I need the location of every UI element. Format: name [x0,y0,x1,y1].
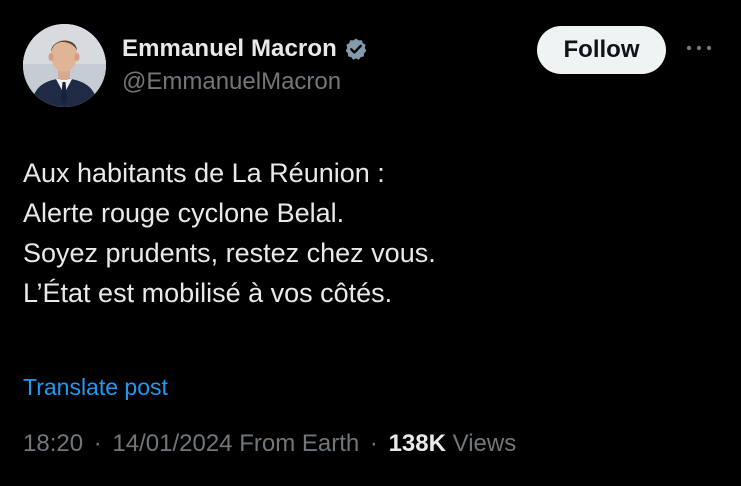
tweet-line: Alerte rouge cyclone Belal. [23,198,345,228]
tweet-card: Emmanuel Macron @EmmanuelMacron Follow A… [0,0,741,486]
tweet-time[interactable]: 18:20 [23,430,83,457]
verified-badge-icon[interactable] [344,37,368,61]
profile-avatar[interactable] [23,24,106,107]
more-options-icon[interactable] [684,38,714,58]
tweet-line: Soyez prudents, restez chez vous. [23,238,436,268]
tweet-text: Aux habitants de La Réunion : Alerte rou… [23,153,723,313]
profile-photo [23,24,106,107]
tweet-line: Aux habitants de La Réunion : [23,158,385,188]
tweet-source: From Earth [239,430,360,457]
author-name[interactable]: Emmanuel Macron [122,35,337,63]
translate-post-link[interactable]: Translate post [23,374,168,401]
meta-separator: · [369,430,378,457]
tweet-date[interactable]: 14/01/2024 [112,430,232,457]
author-name-row: Emmanuel Macron [122,32,368,66]
author-block: Emmanuel Macron @EmmanuelMacron [122,32,368,96]
meta-separator: · [93,430,102,457]
views-count[interactable]: 138K [389,430,446,457]
follow-button[interactable]: Follow [537,26,666,74]
tweet-meta: 18:20 · 14/01/2024 From Earth · 138K Vie… [23,430,516,458]
author-handle[interactable]: @EmmanuelMacron [122,68,368,96]
views-label: Views [452,430,517,457]
tweet-line: L’État est mobilisé à vos côtés. [23,278,393,308]
